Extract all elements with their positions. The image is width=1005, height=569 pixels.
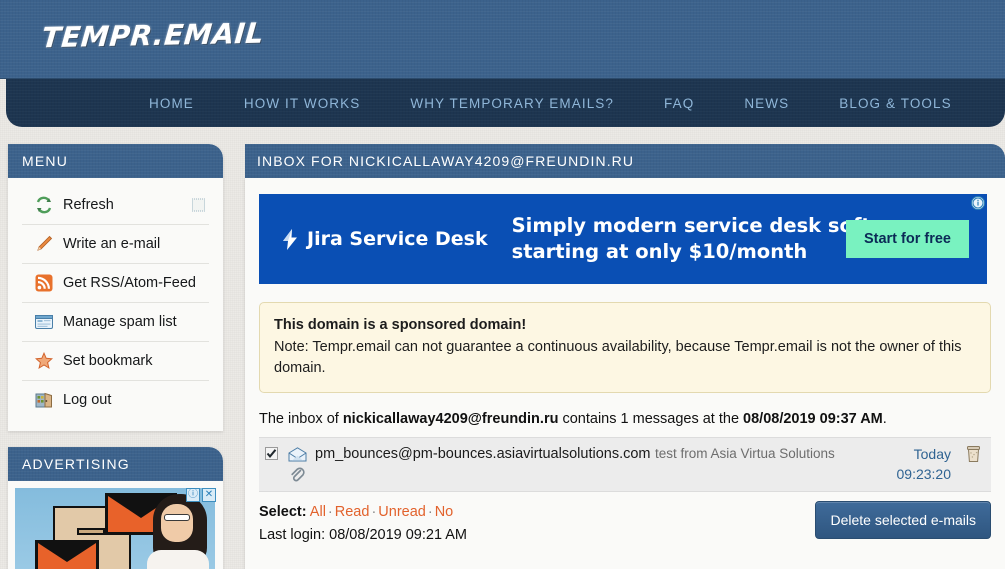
- mail-list: pm_bounces@pm-bounces.asiavirtualsolutio…: [259, 437, 991, 492]
- summary-suffix: .: [883, 411, 887, 427]
- sidebar-item-label-rss-feed: Get RSS/Atom-Feed: [63, 275, 196, 291]
- select-separator-1: ·: [326, 504, 335, 520]
- delete-selected-emails-button[interactable]: Delete selected e-mails: [815, 501, 991, 539]
- sidebar: MENU Refresh: [8, 144, 223, 569]
- nav-item-blog-tools[interactable]: BLOG & TOOLS: [839, 96, 952, 111]
- table-row[interactable]: pm_bounces@pm-bounces.asiavirtualsolutio…: [259, 437, 991, 492]
- sidebar-item-write-email[interactable]: Write an e-mail: [22, 225, 209, 264]
- mail-text-block: pm_bounces@pm-bounces.asiavirtualsolutio…: [315, 444, 897, 464]
- nav-item-faq[interactable]: FAQ: [664, 96, 694, 111]
- list-icon: [34, 312, 54, 332]
- pencil-icon: [34, 234, 54, 254]
- sidebar-item-logout[interactable]: Log out: [22, 381, 209, 419]
- ad-start-for-free-button[interactable]: Start for free: [846, 220, 969, 258]
- last-login-label: Last login:: [259, 527, 325, 543]
- inbox-summary: The inbox of nickicallaway4209@freundin.…: [259, 411, 991, 427]
- inbox-header-title: INBOX FOR NICKICALLAWAY4209@FREUNDIN.RU: [245, 144, 1005, 178]
- select-separator-2: ·: [369, 504, 378, 520]
- ad-envelope-bottom: [35, 540, 99, 569]
- sidebar-ad-image[interactable]: [15, 488, 215, 569]
- list-footer: Select: All·Read·Unread·No Last login: 0…: [259, 501, 991, 546]
- ad-brand-label: Jira Service Desk: [307, 228, 488, 250]
- ad-person-body: [147, 550, 209, 569]
- ad-person-face: [161, 504, 193, 542]
- select-all-link[interactable]: All: [310, 504, 326, 520]
- mail-sender: pm_bounces@pm-bounces.asiavirtualsolutio…: [315, 446, 651, 462]
- refresh-status-box: [192, 199, 205, 212]
- jira-ad-banner[interactable]: Jira Service Desk Simply modern service …: [259, 194, 987, 284]
- nav-item-how-it-works[interactable]: HOW IT WORKS: [244, 96, 360, 111]
- mail-select-checkbox[interactable]: [265, 447, 278, 460]
- mail-time: 09:23:20: [897, 464, 952, 484]
- nav-item-news[interactable]: NEWS: [744, 96, 789, 111]
- nav-links: HOME HOW IT WORKS WHY TEMPORARY EMAILS? …: [149, 96, 1002, 111]
- mail-row-icons: [286, 444, 308, 484]
- select-row: Select: All·Read·Unread·No: [259, 501, 467, 523]
- advertising-panel-title: ADVERTISING: [8, 447, 223, 481]
- notice-body: Note: Tempr.email can not guarantee a co…: [274, 337, 976, 379]
- sidebar-ad-container[interactable]: ⓘ ✕: [8, 481, 223, 569]
- trash-icon[interactable]: [963, 445, 983, 463]
- main-navigation: HOME HOW IT WORKS WHY TEMPORARY EMAILS? …: [6, 79, 1005, 127]
- sidebar-item-label-refresh: Refresh: [63, 197, 114, 213]
- ad-mailbox-handle: [77, 528, 105, 535]
- sidebar-item-spam-list[interactable]: Manage spam list: [22, 303, 209, 342]
- summary-address: nickicallaway4209@freundin.ru: [343, 411, 559, 427]
- mail-subject: test from Asia Virtua Solutions: [655, 446, 835, 461]
- refresh-icon: [34, 195, 54, 215]
- sidebar-item-label-logout: Log out: [63, 392, 111, 408]
- sidebar-item-label-write-email: Write an e-mail: [63, 236, 160, 252]
- adchoices-info-icon[interactable]: [971, 196, 985, 210]
- inbox-body: Jira Service Desk Simply modern service …: [245, 178, 1005, 569]
- sponsored-domain-notice: This domain is a sponsored domain! Note:…: [259, 302, 991, 393]
- open-envelope-icon: [288, 444, 307, 464]
- summary-datetime: 08/08/2019 09:37 AM: [743, 411, 883, 427]
- notice-title: This domain is a sponsored domain!: [274, 315, 976, 336]
- sidebar-item-refresh[interactable]: Refresh: [22, 186, 209, 225]
- advertising-panel: ADVERTISING ⓘ ✕: [8, 447, 223, 569]
- star-icon: [34, 351, 54, 371]
- select-unread-link[interactable]: Unread: [378, 504, 426, 520]
- select-separator-3: ·: [426, 504, 435, 520]
- select-label: Select:: [259, 504, 307, 520]
- menu-list: Refresh Write an e-mail: [8, 178, 223, 431]
- ad-brand: Jira Service Desk: [281, 228, 488, 250]
- jira-bolt-icon: [281, 229, 299, 250]
- menu-panel-title: MENU: [8, 144, 223, 178]
- summary-prefix: The inbox of: [259, 411, 343, 427]
- paperclip-icon: [289, 464, 305, 484]
- nav-item-why-temporary-emails[interactable]: WHY TEMPORARY EMAILS?: [410, 96, 614, 111]
- mail-timestamp: Today 09:23:20: [897, 444, 952, 484]
- mail-date-label: Today: [897, 444, 952, 464]
- sidebar-item-label-spam-list: Manage spam list: [63, 314, 177, 330]
- menu-panel: MENU Refresh: [8, 144, 223, 431]
- rss-icon: [34, 273, 54, 293]
- logout-icon: [34, 390, 54, 410]
- sidebar-item-rss-feed[interactable]: Get RSS/Atom-Feed: [22, 264, 209, 303]
- site-header: TEMPR.EMAIL: [0, 0, 1005, 79]
- sidebar-item-label-set-bookmark: Set bookmark: [63, 353, 152, 369]
- ad-person-glasses: [164, 514, 190, 521]
- summary-middle: contains 1 messages at the: [558, 411, 743, 427]
- ad-info-icon[interactable]: ⓘ: [186, 488, 200, 502]
- nav-item-home[interactable]: HOME: [149, 96, 194, 111]
- sidebar-item-set-bookmark[interactable]: Set bookmark: [22, 342, 209, 381]
- last-login-row: Last login: 08/08/2019 09:21 AM: [259, 524, 467, 546]
- select-none-link[interactable]: No: [435, 504, 454, 520]
- main-content: INBOX FOR NICKICALLAWAY4209@FREUNDIN.RU …: [245, 144, 1005, 569]
- list-footer-left: Select: All·Read·Unread·No Last login: 0…: [259, 501, 467, 546]
- last-login-value: 08/08/2019 09:21 AM: [329, 527, 467, 543]
- ad-close-icon[interactable]: ✕: [202, 488, 216, 502]
- sidebar-ad-controls: ⓘ ✕: [186, 488, 216, 502]
- site-logo[interactable]: TEMPR.EMAIL: [40, 17, 265, 55]
- select-read-link[interactable]: Read: [335, 504, 370, 520]
